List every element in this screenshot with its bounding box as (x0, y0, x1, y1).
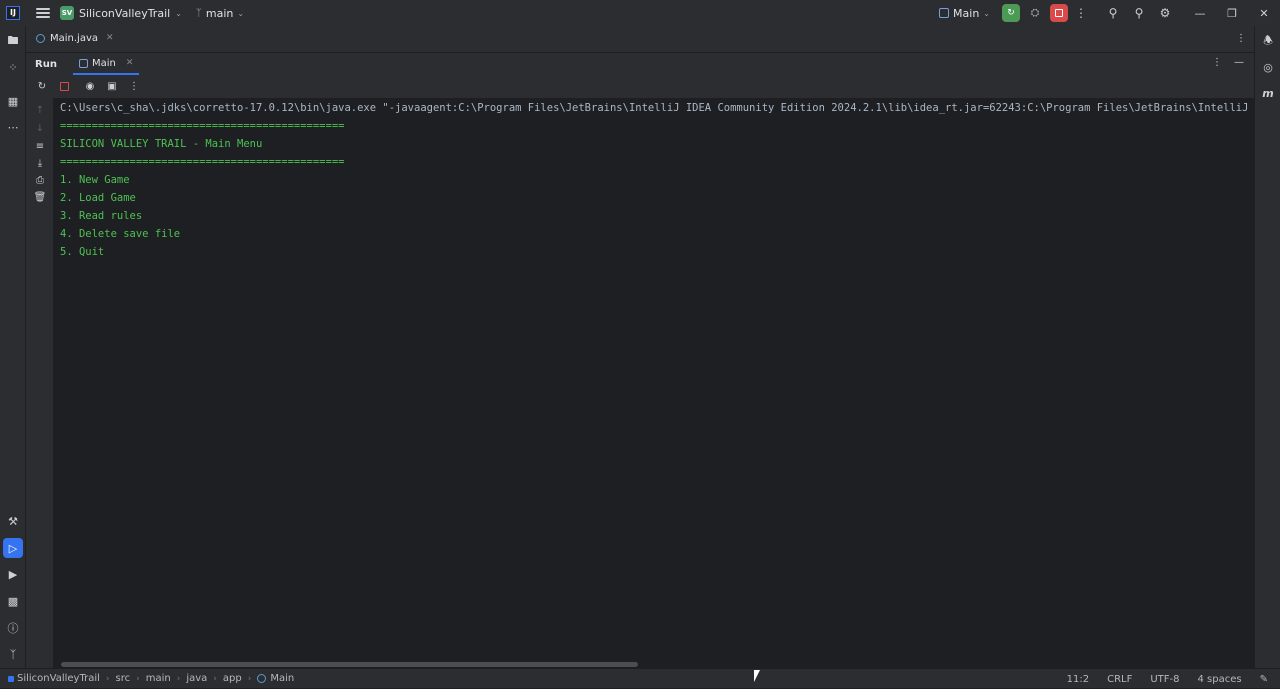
main-menu-icon[interactable] (36, 8, 50, 18)
menu-option: 1. New Game (60, 174, 130, 186)
run-icon[interactable]: ▷ (3, 538, 23, 558)
application-icon (939, 8, 950, 18)
title-bar: IJ SV SiliconValleyTrail ⌄ ᛉ main ⌄ Main… (0, 0, 1280, 26)
breadcrumb-item[interactable]: main (146, 673, 171, 684)
breadcrumb[interactable]: SiliconValleyTrail › src › main › java ›… (8, 673, 294, 684)
chevron-right-icon: › (105, 673, 110, 684)
horizontal-scrollbar[interactable] (61, 662, 638, 667)
run-configuration-name: Main (953, 6, 980, 20)
more-options-icon[interactable]: ⋮ (126, 79, 142, 95)
rerun-button[interactable]: ↻ (1002, 4, 1020, 22)
breadcrumb-item[interactable]: Main (270, 673, 294, 684)
clear-trash-icon[interactable]: 🗑 (32, 189, 48, 205)
project-widget[interactable]: SV SiliconValleyTrail ⌄ (60, 6, 182, 20)
java-class-icon (257, 674, 267, 683)
left-toolbar: 🖿 ⁘ ▦ ⋯ ⚒ ▷ ▶ ▩ ⓘ ᛉ (0, 26, 26, 668)
file-encoding[interactable]: UTF-8 (1150, 674, 1179, 685)
breadcrumb-item[interactable]: src (116, 673, 131, 684)
chevron-down-icon: ⌄ (175, 8, 182, 18)
terminal-icon[interactable]: ▩ (3, 591, 23, 611)
cursor-position[interactable]: 11:2 (1067, 674, 1089, 685)
line-ending[interactable]: CRLF (1107, 674, 1132, 685)
run-tab-main[interactable]: Main ✕ (72, 53, 140, 75)
chevron-down-icon: ⌄ (237, 8, 245, 18)
menu-heading: SILICON VALLEY TRAIL - Main Menu (60, 138, 263, 150)
stop-icon[interactable] (56, 79, 72, 95)
run-configuration-selector[interactable]: Main ⌄ (939, 7, 990, 20)
minimize-button[interactable]: — (1184, 0, 1216, 26)
chevron-right-icon: › (213, 673, 217, 684)
git-branch-icon: ᛉ (195, 7, 202, 19)
layout-icon[interactable]: ▣ (104, 79, 120, 95)
run-panel-header: Run Main ✕ ⋮ — (26, 53, 1254, 75)
breadcrumb-item[interactable]: SiliconValleyTrail (17, 673, 100, 684)
read-only-lock-icon[interactable]: ✎ (1260, 674, 1268, 685)
debug-icon[interactable]: ⛭ (1026, 4, 1044, 22)
editor-tab-bar: Main.java ✕ ⋮ (26, 26, 1254, 53)
ai-assistant-icon[interactable]: ◎ (1258, 57, 1278, 77)
structure-icon[interactable]: ▦ (3, 91, 23, 111)
menu-option: 4. Delete save file (60, 228, 181, 240)
menu-option: 5. Quit (60, 246, 105, 258)
stop-button[interactable] (1050, 4, 1068, 22)
close-window-button[interactable]: ✕ (1248, 0, 1280, 26)
status-bar: SiliconValleyTrail › src › main › java ›… (0, 668, 1280, 688)
menu-option: 2. Load Game (60, 192, 136, 204)
commit-icon[interactable]: ⁘ (3, 57, 23, 77)
menu-option: 3. Read rules (60, 210, 143, 222)
right-toolbar: 🕭 ◎ m (1254, 26, 1280, 668)
breadcrumb-item[interactable]: java (186, 673, 207, 684)
more-tools-icon[interactable]: ⋯ (3, 117, 23, 137)
close-tab-icon[interactable]: ✕ (106, 33, 114, 43)
chevron-down-icon: ⌄ (983, 8, 990, 18)
soft-wrap-icon[interactable]: ≡ (32, 138, 48, 154)
restore-button[interactable]: ❐ (1216, 0, 1248, 26)
branch-name: main (205, 6, 234, 20)
camera-icon[interactable]: ◉ (82, 79, 98, 95)
project-icon (8, 675, 14, 682)
scroll-to-end-icon[interactable]: ⤓ (32, 155, 48, 171)
problems-icon[interactable]: ⓘ (3, 618, 23, 638)
notifications-bell-icon[interactable]: 🕭 (1258, 31, 1278, 51)
project-name: SiliconValleyTrail (79, 6, 171, 20)
more-actions-icon[interactable]: ⋮ (1068, 0, 1094, 26)
project-badge: SV (60, 6, 74, 20)
rerun-icon[interactable]: ↻ (34, 79, 50, 95)
editor-tab-main-java[interactable]: Main.java ✕ (26, 26, 122, 53)
git-icon[interactable]: ᛉ (3, 644, 23, 664)
up-arrow-icon[interactable]: ↑ (32, 102, 48, 118)
settings-gear-icon[interactable]: ⚙ (1152, 0, 1178, 26)
run-toolbar: ↻ ◉ ▣ ⋮ (26, 75, 1254, 98)
tab-options-icon[interactable]: ⋮ (1236, 33, 1246, 44)
intellij-logo-icon: IJ (6, 6, 20, 20)
application-icon (78, 58, 88, 68)
run-panel-title: Run (35, 58, 57, 70)
add-user-icon[interactable]: ⚲ (1100, 0, 1126, 26)
close-tab-icon[interactable]: ✕ (126, 58, 134, 68)
indent-setting[interactable]: 4 spaces (1198, 674, 1242, 685)
run-tab-label: Main (91, 57, 116, 69)
console-side-toolbar: ↑ ↓ ≡ ⤓ ⎙ 🗑 (26, 98, 53, 668)
search-icon[interactable]: ⚲ (1126, 0, 1152, 26)
maven-icon[interactable]: m (1258, 83, 1278, 103)
vcs-branch-widget[interactable]: ᛉ main ⌄ (196, 7, 244, 20)
java-class-icon (36, 33, 45, 43)
build-hammer-icon[interactable]: ⚒ (3, 511, 23, 531)
print-icon[interactable]: ⎙ (32, 172, 48, 188)
java-command-line: C:\Users\c_sha\.jdks\corretto-17.0.12\bi… (60, 102, 1254, 114)
chevron-right-icon: › (176, 673, 181, 684)
chevron-right-icon: › (247, 673, 252, 684)
mouse-cursor-icon (754, 670, 760, 682)
editor-tab-label: Main.java (50, 32, 99, 44)
project-folder-icon[interactable]: 🖿 (3, 31, 23, 51)
chevron-right-icon: › (136, 673, 140, 684)
breadcrumb-item[interactable]: app (223, 673, 242, 684)
separator-line: ========================================… (60, 120, 345, 132)
services-icon[interactable]: ▶ (3, 564, 23, 584)
panel-options-icon[interactable]: ⋮ (1212, 57, 1222, 68)
separator-line: ========================================… (60, 156, 345, 168)
down-arrow-icon[interactable]: ↓ (32, 120, 48, 136)
hide-panel-icon[interactable]: — (1234, 57, 1244, 68)
console-output[interactable]: C:\Users\c_sha\.jdks\corretto-17.0.12\bi… (53, 98, 1254, 658)
